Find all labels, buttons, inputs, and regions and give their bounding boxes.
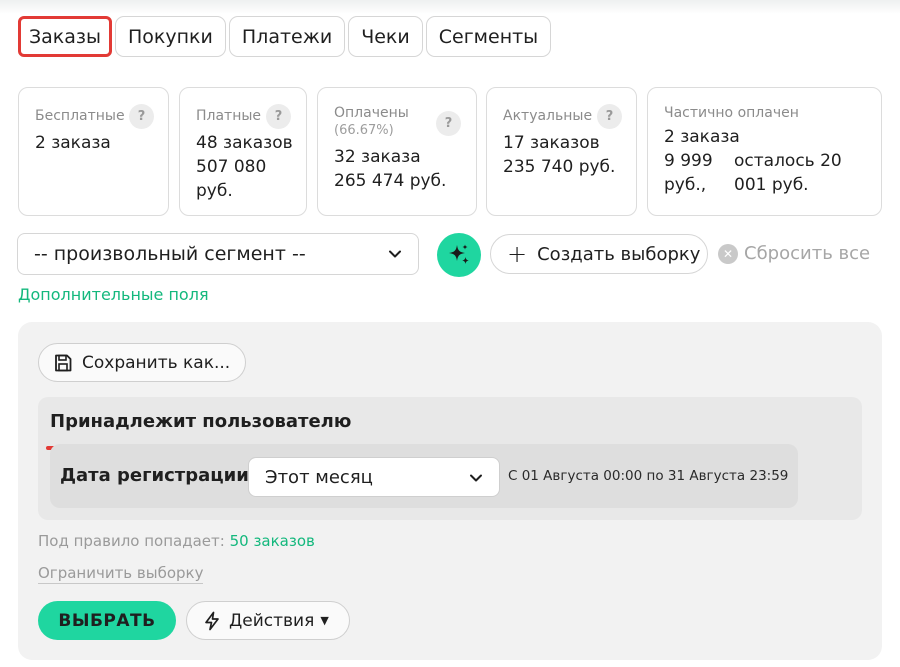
stat-label: Платные (196, 108, 262, 124)
stat-count: 48 заказов (196, 133, 293, 153)
stat-label: Актуальные (503, 108, 593, 124)
period-select-value: Этот месяц (265, 466, 373, 488)
stat-label: Частично оплачен (664, 105, 799, 121)
tab-label: Покупки (128, 25, 213, 48)
stat-breakdown: 9 999 руб., осталось 20 001 руб. (664, 149, 864, 197)
condition-label: Дата регистрации (60, 465, 249, 486)
extra-fields-link[interactable]: Дополнительные поля (18, 285, 209, 304)
stat-remaining-line1: осталось 20 (734, 151, 842, 171)
stat-value: 32 заказа 265 474 руб. (334, 145, 446, 193)
stat-amount: 265 474 руб. (334, 171, 447, 191)
stat-card-actual: Актуальные ? 17 заказов 235 740 руб. (486, 87, 637, 216)
save-as-label: Сохранить как... (82, 352, 231, 373)
matches-summary: Под правило попадает: 50 заказов (38, 532, 315, 550)
actions-button[interactable]: Действия ▼ (186, 601, 350, 640)
reset-all-label: Сбросить все (744, 243, 871, 264)
period-select[interactable]: Этот месяц (248, 457, 500, 497)
stat-label: Бесплатные (35, 108, 125, 124)
help-icon[interactable]: ? (597, 104, 622, 129)
stat-value: 2 заказа (35, 133, 111, 153)
date-range-text: С 01 Августа 00:00 по 31 Августа 23:59 (508, 468, 789, 484)
stat-value: 2 заказа 9 999 руб., осталось 20 001 руб… (664, 125, 864, 197)
tab-payments[interactable]: Платежи (228, 16, 346, 57)
magic-button[interactable] (437, 233, 481, 277)
limit-selection-link[interactable]: Ограничить выборку (38, 564, 204, 584)
matches-count[interactable]: 50 заказов (230, 532, 315, 550)
save-as-button[interactable]: Сохранить как... (38, 343, 246, 382)
plus-icon: + (507, 240, 528, 268)
tab-label: Платежи (241, 25, 333, 48)
stat-card-partial: Частично оплачен 2 заказа 9 999 руб., ос… (647, 87, 882, 216)
chevron-down-icon (389, 250, 401, 258)
stat-amount: 507 080 (196, 157, 267, 177)
stat-amount: 235 740 руб. (503, 157, 616, 177)
tab-receipts[interactable]: Чеки (348, 16, 423, 57)
create-selection-label: Создать выборку (537, 243, 701, 265)
stat-remaining-line2: 001 руб. (734, 175, 809, 195)
tab-orders[interactable]: Заказы (18, 16, 112, 57)
tab-label: Заказы (28, 25, 102, 48)
stat-paid: 9 999 руб., (664, 149, 734, 197)
top-shade (0, 0, 900, 14)
segment-select[interactable]: -- произвольный сегмент -- (17, 233, 419, 275)
stat-value: 48 заказов 507 080 руб. (196, 131, 293, 203)
stat-card-free: Бесплатные ? 2 заказа (18, 87, 169, 216)
stat-paid-amount: 9 999 (664, 151, 713, 171)
help-icon[interactable]: ? (266, 104, 291, 129)
tab-purchases[interactable]: Покупки (115, 16, 226, 57)
caret-down-icon: ▼ (320, 614, 329, 627)
help-icon[interactable]: ? (129, 104, 154, 129)
stat-percent: (66.67%) (334, 123, 394, 138)
stat-paid-currency: руб., (664, 175, 707, 195)
tab-bar: Заказы Покупки Платежи Чеки Сегменты (18, 16, 554, 57)
condition-row: Дата регистрации Этот месяц С 01 Августа… (50, 444, 798, 508)
rule-title-text: Принадлежит пользователю (50, 411, 352, 432)
stat-card-paid: Платные ? 48 заказов 507 080 руб. (179, 87, 307, 216)
tab-label: Чеки (361, 25, 410, 48)
stat-label: Оплачены (66.67%) (334, 105, 409, 138)
stat-label-text: Оплачены (334, 105, 409, 121)
close-circle-icon: ✕ (718, 243, 738, 264)
create-selection-button[interactable]: + Создать выборку (490, 234, 708, 274)
stat-remaining: осталось 20 001 руб. (734, 149, 842, 197)
tab-segments[interactable]: Сегменты (425, 16, 552, 57)
sparkle-icon (449, 244, 469, 264)
reset-all-button[interactable]: ✕ Сбросить все (718, 243, 870, 264)
segment-select-value: -- произвольный сегмент -- (34, 243, 306, 265)
tab-label: Сегменты (438, 25, 539, 48)
stat-currency: руб. (196, 181, 233, 201)
stat-count: 17 заказов (503, 133, 600, 153)
stat-card-settled: Оплачены (66.67%) ? 32 заказа 265 474 ру… (317, 87, 477, 216)
choose-button[interactable]: ВЫБРАТЬ (38, 601, 176, 640)
help-icon[interactable]: ? (436, 111, 461, 136)
rule-title: Принадлежит пользователю (46, 411, 352, 450)
matches-prefix: Под правило попадает: (38, 532, 225, 550)
actions-label: Действия (229, 610, 315, 631)
rule-group: Принадлежит пользователю Дата регистраци… (38, 397, 862, 520)
stat-count: 32 заказа (334, 147, 421, 167)
rule-builder-panel: Сохранить как... Принадлежит пользовател… (18, 322, 882, 660)
lightning-icon (205, 611, 219, 630)
floppy-disk-icon (55, 354, 72, 371)
chevron-down-icon (470, 474, 482, 482)
stat-count: 2 заказа (664, 127, 740, 147)
stat-value: 17 заказов 235 740 руб. (503, 131, 615, 179)
